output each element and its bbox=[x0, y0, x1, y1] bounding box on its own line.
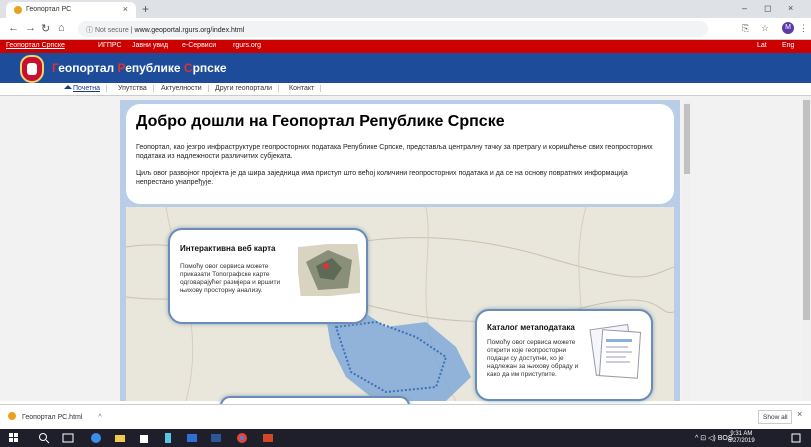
menu-item-contact[interactable]: Контакт bbox=[283, 85, 322, 92]
home-button-icon[interactable]: ⌂ bbox=[58, 22, 65, 34]
edge-browser-icon[interactable] bbox=[90, 432, 102, 444]
menu-item-instructions[interactable]: Упутства bbox=[112, 85, 154, 92]
page-scrollbar-thumb[interactable] bbox=[803, 100, 810, 320]
file-icon bbox=[8, 412, 16, 420]
menu-item-home[interactable]: Почетна bbox=[58, 85, 108, 92]
coat-of-arms-logo bbox=[20, 55, 44, 83]
notifications-icon[interactable] bbox=[790, 432, 802, 444]
web-map-card[interactable]: Интерактивна веб карта Помоћу овог серви… bbox=[168, 228, 368, 324]
word-icon[interactable] bbox=[210, 432, 222, 444]
lang-lat-link[interactable]: Lat bbox=[757, 42, 767, 49]
task-view-icon[interactable] bbox=[62, 432, 74, 444]
web-map-card-text: Помоћу овог сервиса можете приказати Топ… bbox=[180, 263, 281, 294]
lang-eng-link[interactable]: Eng bbox=[782, 42, 794, 49]
minimize-button[interactable]: – bbox=[742, 3, 747, 13]
reload-icon[interactable]: ↻ bbox=[41, 22, 50, 35]
search-icon[interactable] bbox=[38, 432, 50, 444]
download-bar-close-icon[interactable]: × bbox=[797, 409, 802, 419]
new-tab-button[interactable]: + bbox=[142, 2, 149, 16]
translate-icon[interactable]: ⎘ bbox=[742, 23, 749, 34]
main-menu: Почетна Упутства Актуелности Други геопо… bbox=[0, 83, 811, 96]
content-scrollbar-thumb[interactable] bbox=[684, 104, 690, 174]
download-bar bbox=[0, 404, 811, 429]
favicon-icon bbox=[14, 6, 22, 14]
system-tray[interactable]: ^ ⊡ ◁) BOS bbox=[695, 434, 733, 442]
not-secure-label: Not secure bbox=[94, 27, 129, 34]
window-close-button[interactable]: × bbox=[788, 3, 793, 13]
show-all-button[interactable]: Show all bbox=[758, 410, 792, 424]
intro-paragraph-1: Геопортал, као језгро инфраструктуре гео… bbox=[136, 144, 653, 160]
powerpoint-icon[interactable] bbox=[262, 432, 274, 444]
forward-arrow-icon[interactable]: → bbox=[25, 22, 36, 34]
metadata-catalog-card-text: Помоћу овог сервиса можете открити које … bbox=[487, 339, 579, 378]
top-nav-item-public-review[interactable]: Јавни увид bbox=[132, 42, 168, 49]
menu-dots-icon[interactable]: ⋮ bbox=[799, 23, 808, 34]
top-nav-item-igprs[interactable]: ИГПРС bbox=[98, 42, 122, 49]
tab-close-icon[interactable]: × bbox=[123, 4, 128, 14]
metadata-catalog-card[interactable]: Каталог метаподатака Помоћу овог сервиса… bbox=[475, 309, 653, 401]
download-item[interactable]: Геопортал РС.html ^ bbox=[8, 412, 102, 421]
url-text: www.geoportal.rgurs.org/index.html bbox=[134, 27, 245, 34]
bookmark-star-icon[interactable]: ☆ bbox=[761, 23, 769, 34]
chrome-icon[interactable] bbox=[236, 432, 248, 444]
home-icon bbox=[64, 85, 72, 89]
windows-start-icon[interactable] bbox=[8, 432, 20, 444]
web-map-card-title: Интерактивна веб карта bbox=[180, 244, 276, 253]
top-nav: Геопортал Српске ИГПРС Јавни увид е-Серв… bbox=[0, 40, 811, 53]
top-nav-item-eservices[interactable]: е-Сервиси bbox=[182, 42, 216, 49]
maximize-button[interactable]: ◻ bbox=[764, 3, 771, 14]
documents-thumbnail-image bbox=[589, 324, 642, 379]
store-icon[interactable] bbox=[138, 432, 150, 444]
top-nav-item-geoportal[interactable]: Геопортал Српске bbox=[6, 42, 65, 49]
menu-item-other-geoportals[interactable]: Други геопортали bbox=[209, 85, 280, 92]
info-icon: ⓘ bbox=[86, 27, 95, 34]
intro-paragraph-2: Циљ овог развојног пројекта је да шира з… bbox=[136, 170, 628, 186]
metadata-catalog-card-title: Каталог метаподатака bbox=[487, 323, 575, 332]
back-arrow-icon[interactable]: ← bbox=[8, 22, 19, 34]
profile-avatar[interactable]: M bbox=[782, 22, 794, 34]
chevron-up-icon[interactable]: ^ bbox=[98, 414, 101, 421]
file-explorer-icon[interactable] bbox=[114, 432, 126, 444]
menu-item-news[interactable]: Актуелности bbox=[155, 85, 209, 92]
phone-icon[interactable] bbox=[162, 432, 174, 444]
outlook-icon[interactable] bbox=[186, 432, 198, 444]
page-title: Добро дошли на Геопортал Републике Српск… bbox=[136, 113, 505, 130]
browser-tab[interactable]: Геопортал РС × bbox=[6, 2, 136, 18]
map-thumbnail-image bbox=[298, 244, 360, 296]
site-title: Геопортал Републике Српске bbox=[52, 61, 227, 75]
top-nav-item-rgurs[interactable]: rgurs.org bbox=[233, 42, 261, 49]
url-bar[interactable]: ⓘ Not secure | www.geoportal.rgurs.org/i… bbox=[78, 21, 708, 37]
tab-title: Геопортал РС bbox=[26, 6, 72, 13]
download-file-name: Геопортал РС.html bbox=[22, 414, 83, 421]
clock[interactable]: 9:31 AM 6/27/2019 bbox=[728, 431, 755, 445]
